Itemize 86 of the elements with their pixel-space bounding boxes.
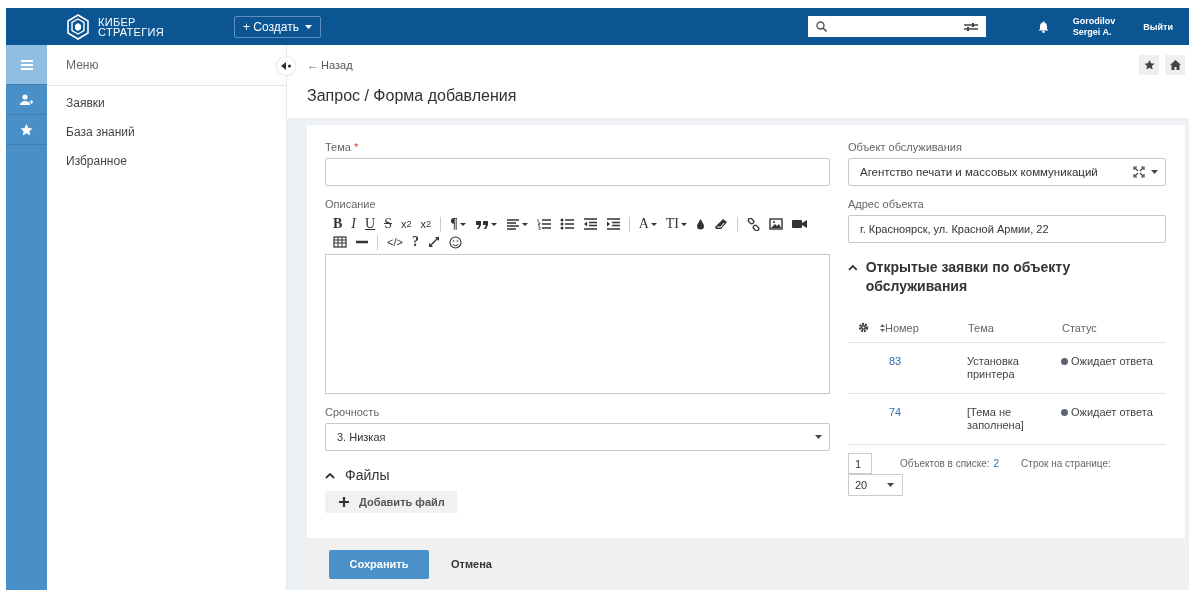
column-header[interactable]: Статус — [1061, 314, 1166, 343]
logout-button[interactable]: Выйти — [1137, 20, 1179, 33]
cube-logo-icon — [66, 13, 90, 40]
quote-icon[interactable] — [474, 218, 489, 230]
plus-icon — [339, 497, 349, 507]
outdent-icon[interactable] — [582, 218, 597, 230]
bullet-list-icon[interactable] — [559, 218, 574, 230]
sidebar-item[interactable]: Избранное — [47, 146, 286, 175]
collapse-icon — [280, 62, 292, 70]
format-button[interactable]: TI — [665, 216, 688, 232]
caret-icon — [1151, 170, 1158, 174]
cancel-button[interactable]: Отмена — [437, 552, 506, 576]
format-button[interactable]: ¶ — [450, 216, 466, 232]
table-cell: [Тема не заполнена] — [967, 393, 1061, 445]
format-button[interactable]: U — [365, 216, 376, 232]
menu-icon — [20, 59, 33, 70]
caret-icon — [815, 435, 822, 439]
column-header[interactable]: Номер — [879, 314, 967, 343]
user-arrow-icon — [20, 94, 33, 105]
video-camera-icon[interactable] — [792, 218, 808, 230]
back-link[interactable]: ← Назад — [307, 59, 353, 71]
expand-icon[interactable] — [427, 236, 440, 248]
home-icon — [1169, 60, 1181, 70]
home-button[interactable] — [1165, 55, 1185, 75]
caret-icon — [304, 24, 312, 29]
search-icon — [815, 21, 827, 32]
request-number-link[interactable]: 83 — [889, 355, 902, 367]
rail-button[interactable] — [6, 45, 47, 85]
smiley-icon[interactable] — [448, 235, 462, 249]
settings-icon[interactable] — [858, 321, 869, 333]
format-button[interactable]: A — [638, 216, 657, 232]
chevron-icon[interactable] — [848, 264, 858, 271]
indent-icon[interactable] — [605, 218, 620, 230]
numbered-list-icon[interactable] — [536, 218, 551, 230]
table-icon[interactable] — [333, 236, 347, 248]
table-cell: Установка принтера — [967, 342, 1061, 394]
format-button[interactable]: I — [351, 216, 356, 232]
request-number-link[interactable]: 74 — [889, 406, 902, 418]
sidebar-title: Меню — [66, 58, 99, 72]
format-button[interactable]: S — [384, 216, 392, 232]
rows-per-page-label: Строк на странице: — [1021, 458, 1111, 469]
urgency-select[interactable]: 3. Низкая — [325, 423, 830, 451]
column-header[interactable]: Тема — [967, 314, 1061, 343]
sidebar-item[interactable]: База знаний — [47, 117, 286, 146]
collapse-button[interactable] — [277, 57, 295, 75]
field-label: Описание — [325, 198, 376, 210]
logo-text: КИБЕР СТРАТЕГИЯ — [98, 16, 164, 37]
page-title: Запрос / Форма добавления — [307, 87, 518, 105]
drop-icon[interactable] — [696, 218, 706, 230]
align-icon[interactable] — [505, 218, 520, 230]
caret-icon — [887, 483, 894, 487]
bell-icon[interactable] — [1037, 20, 1049, 33]
field-label: Адрес объекта — [848, 198, 924, 210]
favorite-button[interactable] — [1139, 55, 1159, 75]
star-icon — [20, 123, 33, 136]
eraser-icon[interactable] — [714, 218, 729, 230]
chevron-icon[interactable] — [325, 471, 335, 479]
section-title: Открытые заявки по объекту обслуживания — [865, 258, 1072, 296]
sidebar-item[interactable]: Заявки — [47, 88, 286, 117]
field-label: Объект обслуживания — [848, 141, 962, 153]
topic-field[interactable] — [325, 158, 830, 186]
format-button[interactable]: </> — [387, 236, 403, 248]
status-text: Ожидает ответа — [1071, 406, 1153, 418]
expand-icon[interactable] — [1133, 166, 1145, 178]
object-count-link[interactable]: 2 — [993, 458, 1000, 469]
sort-icon — [880, 324, 885, 332]
object-count-label: Объектов в списке: — [900, 458, 990, 469]
image-icon[interactable] — [769, 218, 784, 230]
page-field[interactable]: 1 — [848, 453, 872, 474]
search-field[interactable] — [807, 16, 986, 37]
add-file-button[interactable]: Добавить файл — [325, 491, 457, 513]
link-icon[interactable] — [747, 217, 761, 231]
format-button[interactable]: ? — [411, 234, 419, 250]
star-icon — [1143, 60, 1155, 70]
service-object-select[interactable]: Агентство печати и массовых коммуникаций — [848, 158, 1166, 186]
user-name[interactable]: Gorodilov Sergei A. — [1072, 15, 1116, 38]
status-text: Ожидает ответа — [1071, 355, 1153, 367]
field-label: Тема — [325, 141, 351, 153]
section-title: Файлы — [345, 467, 390, 483]
required-mark: * — [353, 141, 359, 153]
filter-sliders-icon[interactable] — [963, 21, 978, 32]
field-label: Срочность — [325, 406, 380, 418]
address-field[interactable]: г. Красноярск, ул. Красной Армии, 22 — [848, 215, 1166, 243]
page-size-select[interactable]: 20 — [848, 474, 903, 496]
format-button[interactable]: B — [333, 216, 343, 232]
create-button[interactable]: + Создать — [233, 15, 321, 38]
